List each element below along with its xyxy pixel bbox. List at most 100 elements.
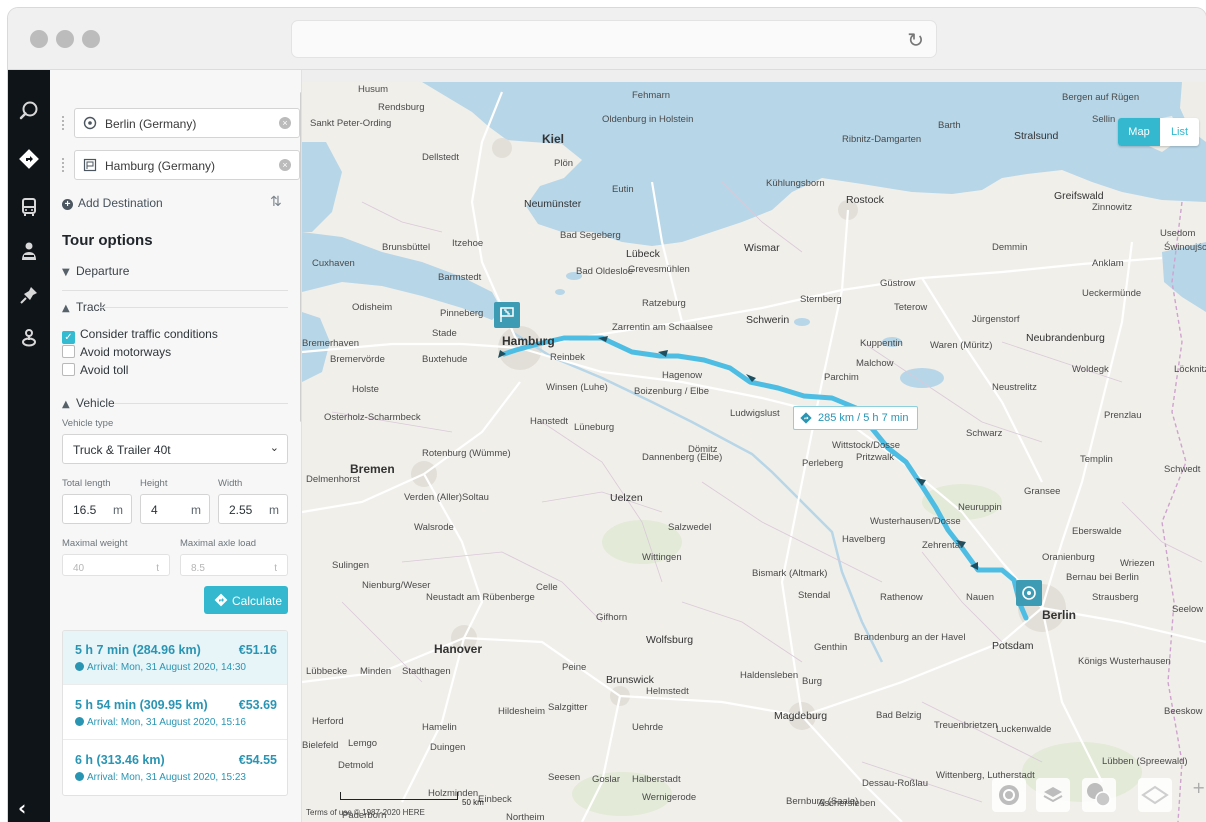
- route-results: 5 h 7 min (284.96 km) €51.16 Arrival: Mo…: [62, 630, 288, 796]
- max-axle-input[interactable]: 8.5 t: [180, 554, 288, 576]
- route-summary-label[interactable]: 285 km / 5 h 7 min: [793, 406, 918, 430]
- vehicle-type-label: Vehicle type: [62, 418, 114, 429]
- map-label: Sellin: [1092, 114, 1116, 125]
- map-label: Wismar: [744, 242, 780, 254]
- max-weight-value: 40: [73, 563, 85, 574]
- location-icon[interactable]: [16, 324, 42, 350]
- zoom-in-icon[interactable]: +: [1192, 778, 1205, 797]
- max-weight-input[interactable]: 40 t: [62, 554, 170, 576]
- driver-icon[interactable]: [16, 238, 42, 264]
- map-label: Wittingen: [642, 552, 682, 563]
- map-label: Hanstedt: [530, 416, 569, 427]
- chevron-left-icon[interactable]: ‹: [18, 796, 26, 820]
- clear-destination-icon[interactable]: ×: [279, 159, 291, 171]
- departure-section-toggle[interactable]: ▼ Departure: [62, 264, 129, 278]
- avoid-motorways-checkbox[interactable]: Avoid motorways: [62, 345, 171, 359]
- vehicle-type-select[interactable]: Truck & Trailer 40t ⌄: [62, 434, 288, 464]
- drag-handle-icon[interactable]: [62, 158, 66, 172]
- map-label: Bad Belzig: [876, 710, 922, 721]
- bus-icon[interactable]: [16, 194, 42, 220]
- width-input[interactable]: 2.55 m: [218, 494, 288, 524]
- view-map-button[interactable]: Map: [1118, 118, 1160, 146]
- map-label: Wittstock/Dosse: [832, 440, 901, 451]
- map-attribution[interactable]: Terms of use © 1987-2020 HERE: [306, 808, 425, 817]
- route-price: €51.16: [238, 643, 277, 657]
- layers-icon[interactable]: [1036, 778, 1070, 812]
- route-price: €54.55: [238, 753, 277, 767]
- 3d-view-icon[interactable]: [1138, 778, 1172, 812]
- map-label: Northeim: [506, 812, 545, 822]
- origin-field[interactable]: Berlin (Germany) ×: [74, 108, 300, 138]
- search-icon[interactable]: [16, 98, 42, 124]
- clear-origin-icon[interactable]: ×: [279, 117, 291, 129]
- map-label: Waren (Müritz): [930, 340, 993, 351]
- map-label: Eutin: [612, 184, 634, 195]
- map-label: Hagenow: [662, 370, 703, 381]
- map-label: Świnoujście: [1164, 242, 1206, 253]
- map-label: Stadthagen: [402, 666, 451, 677]
- map-list-toggle[interactable]: Map List: [1118, 118, 1199, 146]
- map-label: Parchim: [824, 372, 859, 383]
- unit-label: t: [274, 563, 277, 574]
- map-label: Dessau-Roßlau: [862, 778, 928, 789]
- pin-icon[interactable]: [16, 282, 42, 308]
- zoom-window-button[interactable]: [82, 30, 100, 48]
- map-label: Perleberg: [802, 458, 844, 469]
- reload-icon[interactable]: ↻: [907, 28, 924, 52]
- route-icon: [214, 593, 228, 607]
- route-option[interactable]: 5 h 7 min (284.96 km) €51.16 Arrival: Mo…: [63, 631, 287, 685]
- map-label: Peine: [562, 662, 587, 673]
- map-view[interactable]: Hamburg Berlin Bremen Hanover Kiel Lübec…: [302, 82, 1206, 822]
- close-window-button[interactable]: [30, 30, 48, 48]
- map-label: Bad Oldesloe: [576, 266, 634, 277]
- map-label: Bismark (Altmark): [752, 568, 828, 579]
- map-label: Halberstadt: [632, 774, 681, 785]
- map-label: Ludwigslust: [730, 408, 780, 419]
- route-option[interactable]: 5 h 54 min (309.95 km) €53.69 Arrival: M…: [63, 686, 287, 740]
- add-destination-button[interactable]: + Add Destination: [62, 196, 163, 210]
- browser-titlebar: ↻: [8, 8, 1206, 70]
- globe-icon[interactable]: [992, 778, 1026, 812]
- map-label: Barmstedt: [438, 272, 482, 283]
- avoid-toll-checkbox[interactable]: Avoid toll: [62, 363, 128, 377]
- height-label: Height: [140, 478, 168, 489]
- map-label: Havelberg: [842, 534, 886, 545]
- calculate-button[interactable]: Calculate: [204, 586, 288, 614]
- vehicle-label: Vehicle: [76, 396, 115, 410]
- flag-icon: [83, 158, 97, 172]
- destination-field[interactable]: Hamburg (Germany) ×: [74, 150, 300, 180]
- origin-text: Berlin (Germany): [105, 117, 197, 131]
- origin-marker[interactable]: [1016, 580, 1042, 606]
- map-label: Holste: [352, 384, 379, 395]
- map-label: Salzgitter: [548, 702, 588, 713]
- route-icon[interactable]: [16, 146, 42, 172]
- height-value: 4: [151, 503, 158, 517]
- total-length-input[interactable]: 16.5 m: [62, 494, 132, 524]
- map-label: Neumünster: [524, 198, 582, 210]
- address-bar[interactable]: ↻: [291, 20, 937, 58]
- divider: [62, 290, 288, 291]
- map-label: Schwerin: [746, 314, 790, 326]
- map-label: Magdeburg: [774, 710, 828, 722]
- map-label: Gransee: [1024, 486, 1061, 497]
- height-input[interactable]: 4m: [140, 494, 210, 524]
- map-label: Odisheim: [352, 302, 393, 313]
- map-label: Güstrow: [880, 278, 916, 289]
- vehicle-section-toggle[interactable]: ▲ Vehicle: [62, 396, 115, 410]
- drag-handle-icon[interactable]: [62, 116, 66, 130]
- map-label: Duingen: [430, 742, 466, 753]
- map-label: Hildesheim: [498, 706, 545, 717]
- consider-traffic-checkbox[interactable]: ✓ Consider traffic conditions: [62, 327, 218, 344]
- route-option[interactable]: 6 h (313.46 km) €54.55 Arrival: Mon, 31 …: [63, 741, 287, 795]
- view-list-button[interactable]: List: [1160, 118, 1199, 146]
- map-label: Kühlungsborn: [766, 178, 825, 189]
- map-label: Lemgo: [348, 738, 378, 749]
- browser-window: ↻ ‹ Berlin (Germany) × Hamburg (Germany)…: [8, 8, 1206, 822]
- destination-flag-marker[interactable]: [494, 302, 520, 328]
- minimize-window-button[interactable]: [56, 30, 74, 48]
- destination-text: Hamburg (Germany): [105, 159, 216, 173]
- swap-icon[interactable]: ⇅: [270, 194, 282, 210]
- map-label: Genthin: [814, 642, 848, 653]
- map-label: Winsen (Luhe): [546, 382, 608, 393]
- speed-limit-icon[interactable]: [1082, 778, 1116, 812]
